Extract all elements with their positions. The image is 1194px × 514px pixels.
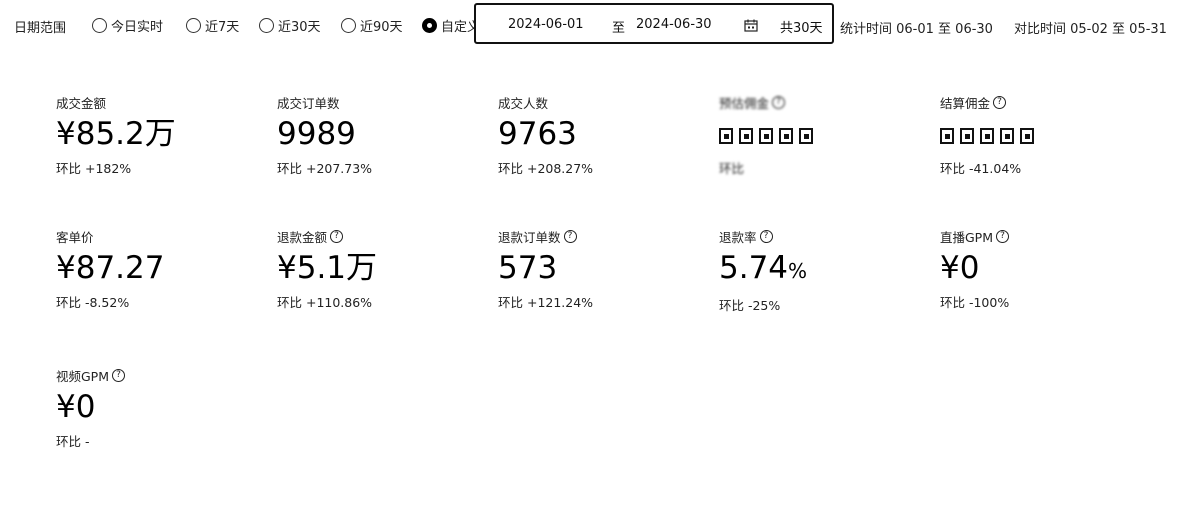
radio-today[interactable]: 今日实时	[92, 16, 163, 35]
redaction-mask	[1020, 128, 1034, 144]
metric-value: 5.74%	[719, 250, 808, 286]
metric-refund-amount: 退款金额? ¥5.1万 环比 +110.86%	[277, 228, 377, 311]
date-separator: 至	[612, 21, 626, 36]
radio-30-days[interactable]: 近30天	[259, 16, 321, 35]
redaction-mask	[980, 128, 994, 144]
radio-circle[interactable]	[92, 18, 107, 33]
metric-value: ¥0	[56, 389, 96, 425]
metric-title: 预估佣金?	[719, 94, 819, 111]
help-icon[interactable]: ?	[330, 229, 344, 243]
radio-custom[interactable]: 自定义	[422, 16, 480, 35]
metric-delta: 环比 +110.86%	[277, 295, 373, 310]
metric-estimated-commission: 预估佣金? 环比	[719, 94, 819, 177]
radio-circle-selected[interactable]	[422, 18, 437, 33]
metric-value-obscured	[940, 116, 1040, 152]
radio-label: 近7天	[205, 20, 240, 35]
redaction-mask	[739, 128, 753, 144]
redaction-mask	[719, 128, 733, 144]
metric-delta: 环比	[719, 161, 745, 176]
radio-90-days[interactable]: 近90天	[341, 16, 403, 35]
statistics-period: 统计时间 06-01 至 06-30	[840, 22, 993, 37]
end-date[interactable]: 2024-06-30	[636, 17, 712, 32]
metric-delta: 环比 +207.73%	[277, 161, 373, 176]
metric-refund-orders: 退款订单数? 573 环比 +121.24%	[498, 228, 593, 311]
metric-refund-rate: 退款率? 5.74% 环比 -25%	[719, 228, 807, 314]
metric-value: ¥87.27	[56, 250, 165, 286]
metric-order-count: 成交订单数 9989 环比 +207.73%	[277, 94, 372, 177]
metric-title: 成交人数	[498, 95, 549, 111]
radio-label: 今日实时	[111, 20, 164, 35]
help-icon[interactable]: ?	[563, 229, 577, 243]
date-range-picker[interactable]: 2024-06-01 至 2024-06-30 共30天	[474, 3, 834, 44]
radio-circle[interactable]	[259, 18, 274, 33]
date-filter-bar: 日期范围 今日实时 近7天 近30天 近90天 自定义 2024-06-01 至…	[0, 0, 1194, 52]
radio-label: 近30天	[278, 20, 321, 35]
metric-title: 结算佣金?	[940, 94, 1040, 111]
metric-avg-order-value: 客单价 ¥87.27 环比 -8.52%	[56, 228, 164, 311]
help-icon[interactable]: ?	[759, 229, 773, 243]
total-days: 共30天	[780, 21, 823, 36]
metric-value: 9989	[277, 116, 356, 152]
metric-live-gpm: 直播GPM? ¥0 环比 -100%	[940, 228, 1009, 311]
redaction-mask	[960, 128, 974, 144]
comparison-period: 对比时间 05-02 至 05-31	[1014, 22, 1167, 37]
metric-title: 成交金额	[56, 95, 107, 111]
metric-value: ¥5.1万	[277, 250, 378, 286]
metric-title: 退款订单数?	[498, 228, 593, 245]
redaction-mask	[1000, 128, 1014, 144]
redaction-mask	[940, 128, 954, 144]
metric-value: ¥0	[940, 250, 980, 286]
radio-7-days[interactable]: 近7天	[186, 16, 239, 35]
metric-title: 视频GPM?	[56, 367, 126, 384]
metric-delta: 环比 -100%	[940, 295, 1010, 310]
redaction-mask	[759, 128, 773, 144]
metric-delta: 环比 -	[56, 434, 90, 449]
redaction-mask	[799, 128, 813, 144]
metric-buyer-count: 成交人数 9763 环比 +208.27%	[498, 94, 593, 177]
percent-unit: %	[788, 259, 808, 283]
metric-delta: 环比 -25%	[719, 298, 781, 313]
help-icon[interactable]: ?	[996, 229, 1010, 243]
help-icon[interactable]: ?	[993, 95, 1007, 109]
metric-delta: 环比 +121.24%	[498, 295, 594, 310]
metric-delta: 环比 -8.52%	[56, 295, 130, 310]
redaction-mask	[779, 128, 793, 144]
date-range-label: 日期范围	[14, 21, 67, 36]
metric-value: ¥85.2万	[56, 116, 176, 152]
metric-value-obscured	[719, 116, 819, 152]
metric-delta: 环比 -41.04%	[940, 161, 1022, 176]
metric-title: 退款率?	[719, 228, 807, 245]
metric-delta: 环比 +182%	[56, 161, 132, 176]
metric-title: 直播GPM?	[940, 228, 1010, 245]
metric-video-gpm: 视频GPM? ¥0 环比 -	[56, 367, 126, 450]
metric-value: 573	[498, 250, 558, 286]
metric-value: 9763	[498, 116, 577, 152]
metric-settled-commission: 结算佣金? 环比 -41.04%	[940, 94, 1040, 177]
metric-title: 成交订单数	[277, 95, 340, 111]
help-icon[interactable]: ?	[112, 368, 126, 382]
metric-title: 客单价	[56, 229, 94, 245]
metric-delta: 环比 +208.27%	[498, 161, 594, 176]
radio-circle[interactable]	[186, 18, 201, 33]
radio-circle[interactable]	[341, 18, 356, 33]
metric-gmv: 成交金额 ¥85.2万 环比 +182%	[56, 94, 176, 177]
calendar-icon[interactable]	[744, 19, 758, 32]
start-date[interactable]: 2024-06-01	[508, 17, 584, 32]
help-icon[interactable]: ?	[772, 95, 786, 109]
metric-title: 退款金额?	[277, 228, 377, 245]
radio-label: 近90天	[360, 20, 403, 35]
